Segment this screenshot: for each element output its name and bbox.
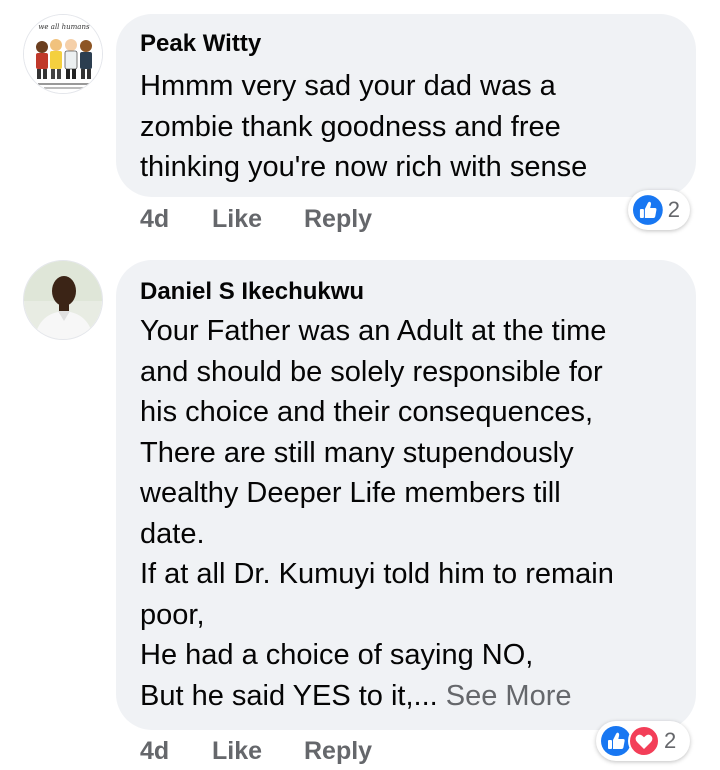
group-illustration-avatar: we all humans [24, 15, 102, 93]
comment-line: Your Father was an Adult at the time [140, 315, 607, 347]
comment-line: Hmmm very sad your dad was a [140, 70, 556, 102]
comment-line: If at all Dr. Kumuyi told him to remain [140, 558, 614, 590]
comment-line: poor, [140, 598, 205, 631]
comment-timestamp[interactable]: 4d [140, 205, 169, 234]
like-icon [632, 195, 663, 225]
comment-author[interactable]: Daniel S Ikechukwu [140, 278, 364, 306]
love-icon [628, 725, 660, 757]
comment-author[interactable]: Peak Witty [140, 30, 261, 58]
avatar[interactable] [23, 260, 103, 340]
comment-line: But he said YES to it,... [140, 679, 438, 712]
comment-line: zombie thank goodness and free [140, 110, 561, 143]
comment-line: his choice and their consequences, [140, 396, 594, 428]
reply-button[interactable]: Reply [304, 205, 372, 234]
comment-timestamp[interactable]: 4d [140, 737, 169, 766]
like-button[interactable]: Like [212, 737, 262, 766]
comment-bubble: Daniel S Ikechukwu Your Father was an Ad… [116, 260, 696, 730]
comment-line: thinking you're now rich with sense [140, 151, 588, 183]
see-more-link[interactable]: See More [446, 680, 572, 712]
comment-line: He had a choice of saying NO, [140, 639, 534, 671]
avatar[interactable]: we all humans [23, 14, 103, 94]
like-button[interactable]: Like [212, 205, 262, 234]
comment-line: wealthy Deeper Life members till [140, 477, 561, 509]
reaction-count: 2 [667, 197, 680, 222]
comment-bubble: Peak Witty Hmmm very sad your dad was a … [116, 14, 696, 197]
reactions-badge[interactable]: 2 [596, 721, 690, 761]
reply-button[interactable]: Reply [304, 737, 372, 766]
comment-line: and should be solely responsible for [140, 355, 603, 388]
comment-last-line: But he said YES to it,... See More [140, 676, 572, 717]
comment-line: date. [140, 517, 205, 550]
profile-photo-avatar [24, 261, 102, 339]
reaction-count: 2 [664, 728, 677, 753]
reactions-badge[interactable]: 2 [628, 190, 690, 230]
avatar-caption: we all humans [38, 23, 90, 31]
comment-line: There are still many stupendously [140, 436, 574, 469]
